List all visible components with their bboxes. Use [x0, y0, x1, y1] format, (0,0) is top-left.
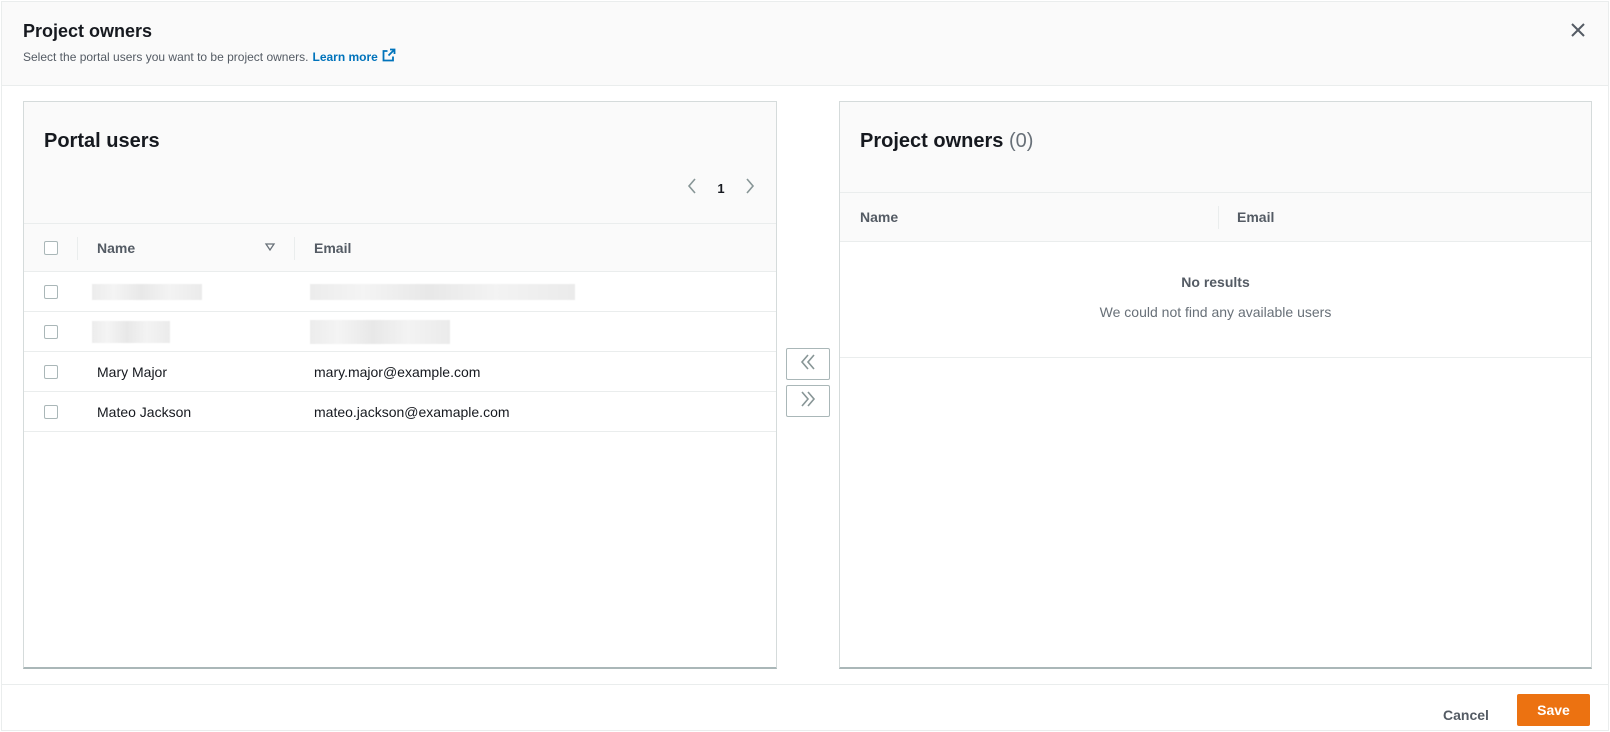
user-name: Mary Major	[97, 363, 168, 380]
row-checkbox[interactable]	[44, 404, 58, 419]
learn-more-link[interactable]: Learn more	[313, 48, 396, 65]
project-owners-table-header: Name Email	[840, 193, 1591, 242]
row-checkbox[interactable]	[44, 364, 58, 379]
select-all-cell	[44, 224, 58, 271]
modal-title: Project owners	[23, 21, 153, 41]
table-row[interactable]	[24, 272, 776, 312]
table-row[interactable]: Mary Major mary.major@example.com	[24, 352, 776, 392]
sort-button[interactable]	[264, 224, 276, 271]
portal-users-table-header: Name Email	[24, 223, 776, 272]
email-column-header: Email	[314, 224, 351, 271]
empty-state-description: We could not find any available users	[1099, 304, 1332, 320]
email-column-label: Email	[314, 239, 352, 256]
row-checkbox[interactable]	[44, 284, 58, 299]
column-divider	[1218, 206, 1219, 229]
double-chevron-left-icon	[799, 353, 817, 375]
empty-state: No results We could not find any availab…	[840, 242, 1591, 358]
project-owners-modal: Project owners Select the portal users y…	[1, 1, 1609, 731]
chevron-right-icon	[745, 177, 755, 199]
prev-page-button[interactable]	[684, 177, 700, 199]
modal-header: Project owners Select the portal users y…	[2, 2, 1608, 86]
owners-email-column-label: Email	[1237, 209, 1275, 225]
modal-description: Select the portal users you want to be p…	[23, 48, 396, 65]
project-owners-header: Project owners (0)	[840, 102, 1591, 193]
table-row[interactable]: Mateo Jackson mateo.jackson@examaple.com	[24, 392, 776, 432]
owners-count: (0)	[1008, 130, 1034, 152]
name-column-header[interactable]: Name	[97, 224, 277, 271]
project-owners-title-text: Project owners	[860, 130, 1004, 152]
name-column-label: Name	[97, 239, 136, 256]
row-checkbox[interactable]	[44, 324, 58, 339]
redacted-email	[310, 319, 450, 344]
user-email: mary.major@example.com	[314, 363, 481, 380]
sort-down-icon	[264, 240, 276, 256]
double-chevron-right-icon	[799, 390, 817, 412]
redacted-name	[92, 283, 202, 300]
chevron-left-icon	[687, 177, 697, 199]
pagination: 1	[684, 177, 758, 199]
table-row[interactable]	[24, 312, 776, 352]
column-divider	[294, 237, 295, 260]
user-name: Mateo Jackson	[97, 403, 192, 420]
project-owners-panel: Project owners (0) Name Email No results…	[839, 101, 1592, 669]
close-button[interactable]	[1568, 22, 1588, 42]
owners-name-column-label: Name	[860, 209, 899, 225]
save-button[interactable]: Save	[1517, 694, 1590, 726]
portal-users-panel: Portal users 1 Name Email Mary Major mar…	[23, 101, 777, 669]
move-right-button[interactable]	[786, 385, 830, 417]
user-email: mateo.jackson@examaple.com	[314, 403, 510, 420]
modal-description-text: Select the portal users you want to be p…	[23, 49, 309, 64]
column-divider	[77, 237, 78, 260]
cancel-button[interactable]: Cancel	[1427, 699, 1505, 731]
empty-state-title: No results	[1181, 274, 1250, 290]
owners-email-column-header: Email	[1237, 193, 1274, 241]
redacted-email	[310, 283, 575, 300]
select-all-checkbox[interactable]	[44, 240, 58, 255]
project-owners-title: Project owners (0)	[860, 130, 1033, 153]
modal-footer: Cancel Save	[2, 684, 1608, 732]
portal-users-header: Portal users 1	[24, 102, 776, 223]
owners-name-column-header: Name	[860, 193, 898, 241]
portal-users-title: Portal users	[44, 130, 160, 152]
move-left-button[interactable]	[786, 348, 830, 380]
learn-more-label: Learn more	[312, 49, 378, 64]
close-icon	[1570, 22, 1586, 43]
external-link-icon	[382, 48, 396, 65]
redacted-name	[92, 320, 170, 343]
current-page-number[interactable]: 1	[714, 181, 728, 196]
next-page-button[interactable]	[742, 177, 758, 199]
